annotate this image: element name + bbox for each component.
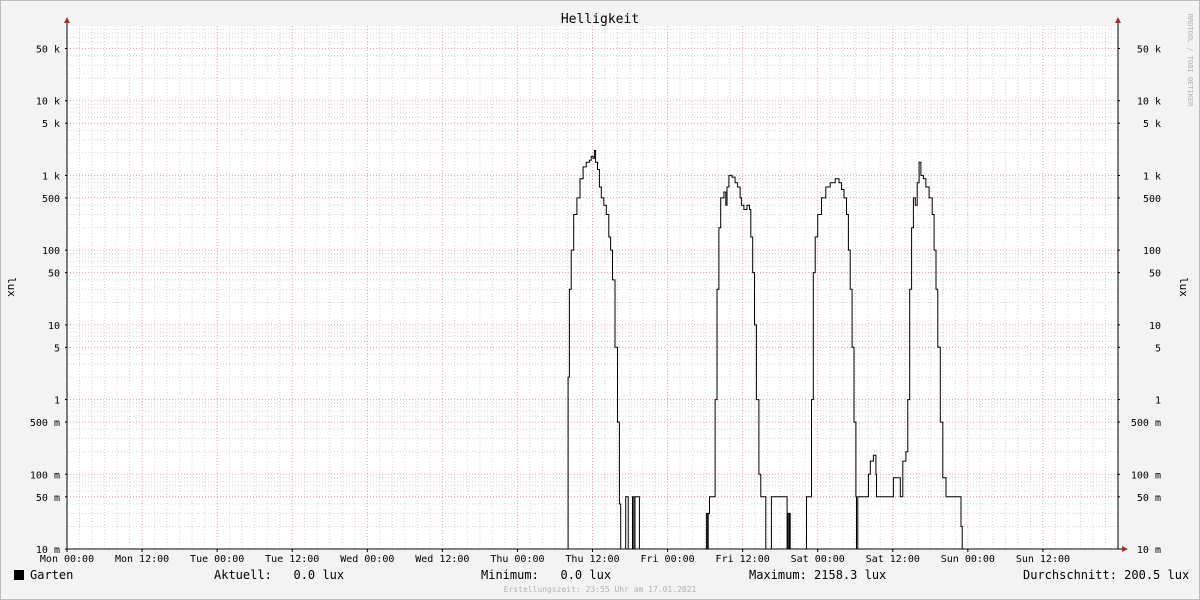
x-tick-label: Mon 12:00 xyxy=(115,554,169,565)
y-tick-label: 500 xyxy=(1143,194,1161,205)
x-tick-label: Wed 00:00 xyxy=(340,554,394,565)
x-tick-label: Sun 12:00 xyxy=(1016,554,1070,565)
y-tick-label: 5 k xyxy=(1143,119,1161,130)
y-tick-label: 500 m xyxy=(30,418,60,429)
legend-minimum: Minimum: 0.0 lux xyxy=(481,568,612,582)
y-tick-label: 100 xyxy=(1143,246,1161,257)
y-axis-arrow-right xyxy=(1115,17,1121,23)
y-tick-label: 1 xyxy=(1155,396,1161,407)
x-tick-label: Sat 12:00 xyxy=(866,554,920,565)
y-tick-label: 5 k xyxy=(42,119,60,130)
y-tick-label: 50 xyxy=(48,269,60,280)
x-tick-label: Thu 00:00 xyxy=(490,554,544,565)
x-tick-label: Fri 12:00 xyxy=(716,554,770,565)
y-tick-label: 500 xyxy=(42,194,60,205)
y-tick-label: 50 m xyxy=(1137,493,1161,504)
y-tick-labels-left: 50 k 10 k 5 k 1 k 500 100 50 10 5 1 500 m 100 m 50 m… xyxy=(30,44,60,556)
y-tick-label: 1 k xyxy=(1143,171,1161,182)
x-tick-label: Tue 00:00 xyxy=(190,554,244,565)
y-tick-label: 10 k xyxy=(1137,97,1161,108)
y-tick-label: 1 xyxy=(54,396,60,407)
y-tick-label: 10 xyxy=(1149,321,1161,332)
y-tick-label: 500 m xyxy=(1131,418,1161,429)
x-tick-label: Tue 12:00 xyxy=(265,554,319,565)
x-tick-label: Sun 00:00 xyxy=(941,554,995,565)
x-tick-label: Mon 00:00 xyxy=(40,554,94,565)
legend-aktuell: Aktuell: 0.0 lux xyxy=(214,568,345,582)
footer-timestamp: Erstellungszeit: 23:55 Uhr am 17.01.2021 xyxy=(503,585,697,594)
y-tick-labels-right: 50 k 10 k 5 k 1 k 500 100 50 10 5 1 500 m 100 m 50 m… xyxy=(1131,44,1161,556)
legend-maximum: Maximum: 2158.3 lux xyxy=(749,568,887,582)
chart-title: Helligkeit xyxy=(561,12,639,27)
legend-series-name: Garten xyxy=(30,568,74,582)
y-tick-label: 10 xyxy=(48,321,60,332)
x-tick-label: Wed 12:00 xyxy=(415,554,469,565)
y-tick-label: 100 m xyxy=(1131,470,1161,481)
x-tick-label: Fri 00:00 xyxy=(640,554,694,565)
y-tick-label: 5 xyxy=(1155,343,1161,354)
y-axis-label-left: lux xyxy=(5,277,18,297)
watermark: RRDTOOL / TOBI OETIKER xyxy=(1186,14,1194,108)
y-tick-label: 100 m xyxy=(30,470,60,481)
x-axis-arrow xyxy=(1122,546,1128,552)
y-tick-label: 100 xyxy=(42,246,60,257)
y-axis-arrow-left xyxy=(64,17,70,23)
y-tick-label: 10 k xyxy=(36,97,60,108)
y-tick-label: 50 k xyxy=(1137,44,1161,55)
y-tick-label: 50 k xyxy=(36,44,60,55)
legend-swatch xyxy=(14,570,24,580)
y-tick-label: 5 xyxy=(54,343,60,354)
x-tick-labels: Mon 00:00 Mon 12:00 Tue 00:00 Tue 12:00 Wed … xyxy=(40,554,1070,565)
y-tick-label: 1 k xyxy=(42,171,60,182)
x-tick-label: Thu 12:00 xyxy=(565,554,619,565)
y-tick-label: 50 xyxy=(1149,269,1161,280)
legend-durchschnitt: Durchschnitt: 200.5 lux xyxy=(1023,568,1190,582)
y-axis-label-right: lux xyxy=(1177,277,1190,297)
chart-canvas: 50 k 10 k 5 k 1 k 500 100 50 10 5 1 500 m 100 m 50 m… xyxy=(5,12,1194,565)
x-tick-label: Sat 00:00 xyxy=(791,554,845,565)
y-tick-label: 50 m xyxy=(36,493,60,504)
y-tick-label: 10 m xyxy=(1137,545,1161,556)
